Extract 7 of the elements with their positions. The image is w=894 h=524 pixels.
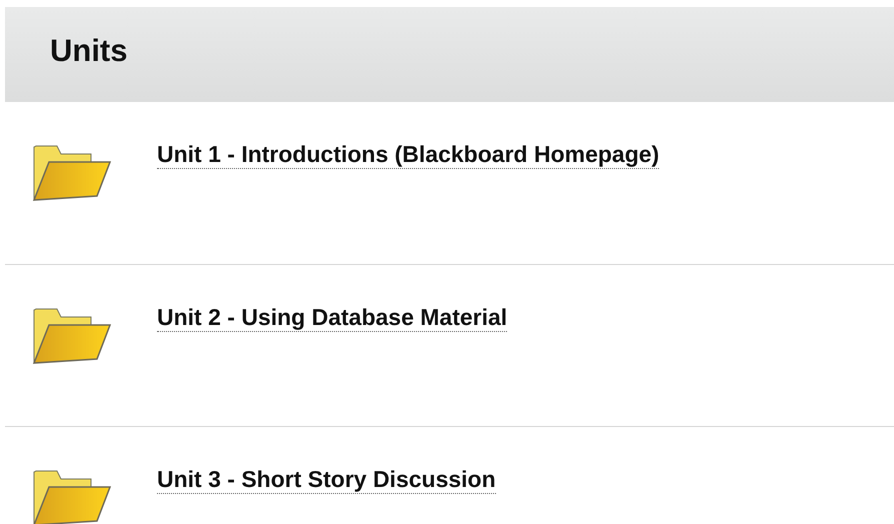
unit-link[interactable]: Unit 3 - Short Story Discussion bbox=[157, 465, 496, 494]
page-title: Units bbox=[50, 32, 128, 68]
unit-link[interactable]: Unit 2 - Using Database Material bbox=[157, 303, 508, 332]
folder-icon bbox=[33, 307, 111, 365]
folder-icon bbox=[33, 144, 111, 202]
folder-icon bbox=[33, 469, 111, 524]
unit-link[interactable]: Unit 1 - Introductions (Blackboard Homepage) bbox=[157, 140, 660, 169]
